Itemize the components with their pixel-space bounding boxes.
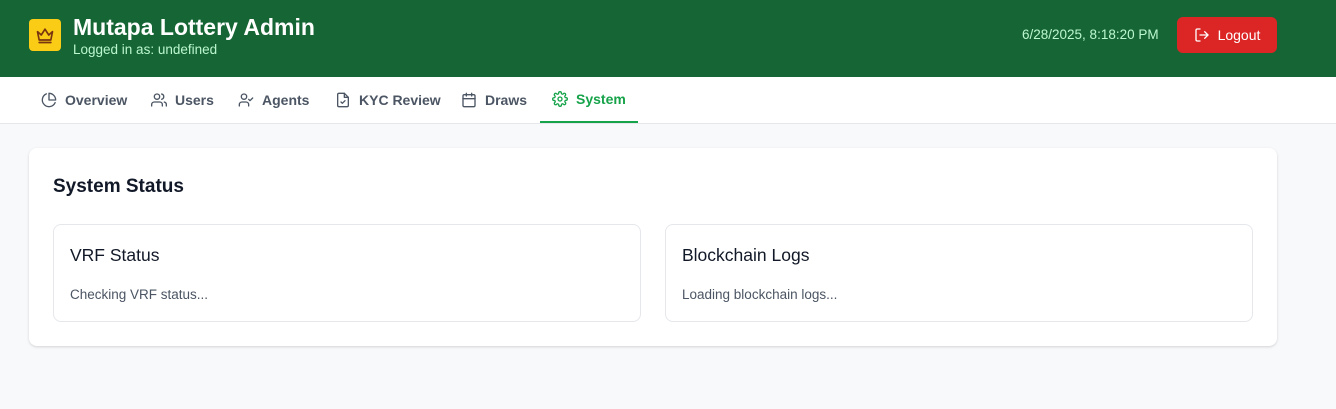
panel-title: VRF Status	[70, 245, 160, 265]
logout-button[interactable]: Logout	[1177, 17, 1277, 53]
tab-label: System	[576, 91, 626, 107]
user-check-icon	[238, 93, 254, 107]
calendar-icon	[462, 92, 476, 108]
panel-status-text: Loading blockchain logs...	[682, 287, 838, 302]
tab-overview[interactable]: Overview	[41, 77, 127, 123]
current-datetime: 6/28/2025, 8:18:20 PM	[1022, 27, 1159, 42]
logout-label: Logout	[1217, 27, 1261, 43]
tab-agents[interactable]: Agents	[238, 77, 309, 123]
logout-icon	[1194, 28, 1209, 42]
tab-draws[interactable]: Draws	[461, 77, 527, 123]
pie-chart-icon	[41, 92, 57, 108]
tab-label: Agents	[262, 92, 310, 108]
brand: Mutapa Lottery Admin Logged in as: undef…	[29, 14, 315, 58]
panel-title: Blockchain Logs	[682, 245, 810, 265]
tab-kyc-review[interactable]: KYC Review	[335, 77, 441, 123]
panel-status-text: Checking VRF status...	[70, 287, 209, 302]
tab-label: Users	[175, 92, 214, 108]
crown-icon	[29, 19, 61, 51]
system-status-card: System Status VRF Status Checking VRF st…	[29, 148, 1277, 346]
file-check-icon	[337, 92, 349, 108]
blockchain-logs-panel: Blockchain Logs Loading blockchain logs.…	[665, 224, 1253, 322]
tab-label: Overview	[65, 92, 128, 108]
gear-icon	[552, 91, 568, 107]
main-nav: Overview Users Agents KYC Review Draws S…	[0, 77, 1336, 124]
tab-label: KYC Review	[359, 92, 441, 108]
app-title: Mutapa Lottery Admin	[73, 14, 315, 40]
top-header: Mutapa Lottery Admin Logged in as: undef…	[0, 0, 1336, 77]
logged-in-user: Logged in as: undefined	[73, 42, 218, 57]
page-title: System Status	[53, 176, 184, 197]
users-icon	[151, 93, 167, 107]
vrf-status-panel: VRF Status Checking VRF status...	[53, 224, 641, 322]
tab-label: Draws	[485, 92, 528, 108]
tab-system[interactable]: System	[540, 77, 638, 123]
tab-users[interactable]: Users	[151, 77, 214, 123]
